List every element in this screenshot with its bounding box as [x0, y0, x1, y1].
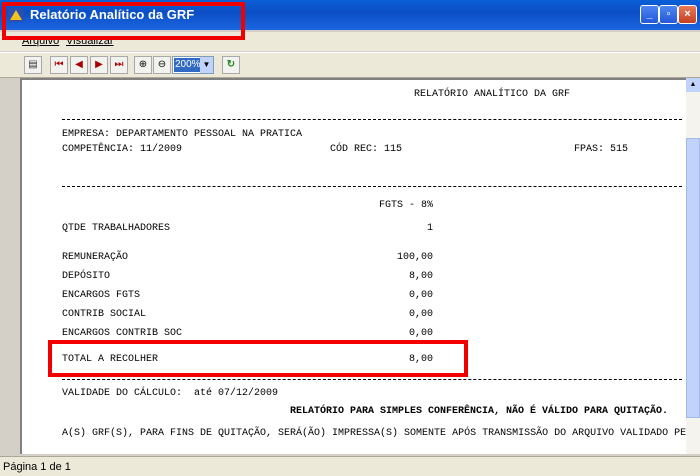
aviso-line: RELATÓRIO PARA SIMPLES CONFERÊNCIA, NÃO … — [290, 406, 669, 417]
row-label: ENCARGOS FGTS — [62, 290, 141, 301]
competencia-line: COMPETÊNCIA: 11/2009 — [62, 144, 183, 155]
zoom-out-icon[interactable]: ⊖ — [153, 56, 171, 74]
chevron-down-icon[interactable]: ▼ — [200, 57, 213, 73]
row-label: QTDE TRABALHADORES — [62, 223, 171, 234]
report-heading: RELATÓRIO ANALÍTICO DA GRF — [414, 89, 571, 100]
menu-bar: Arquivo Visualizar — [0, 32, 700, 51]
minimize-button[interactable]: _ — [640, 5, 659, 24]
first-page-icon[interactable]: ⏮ — [50, 56, 68, 74]
fgts-label: FGTS - 8% — [379, 200, 434, 211]
report-view: RELATÓRIO ANALÍTICO DA GRF EMPRESA: DEPA… — [20, 78, 686, 454]
zoom-in-icon[interactable]: ⊕ — [134, 56, 152, 74]
total-value: 8,00 — [408, 354, 433, 365]
empresa-line: EMPRESA: DEPARTAMENTO PESSOAL NA PRATICA — [62, 129, 303, 140]
zoom-value: 200% — [174, 58, 202, 72]
row-label: CONTRIB SOCIAL — [62, 309, 147, 320]
print-icon[interactable]: ▤ — [24, 56, 42, 74]
app-icon — [8, 8, 24, 22]
row-value: 0,00 — [408, 328, 433, 339]
row-label: ENCARGOS CONTRIB SOC — [62, 328, 183, 339]
divider — [62, 379, 682, 380]
row-value: 0,00 — [408, 290, 433, 301]
menu-arquivo[interactable]: Arquivo — [22, 35, 59, 47]
row-value: 8,00 — [408, 271, 433, 282]
maximize-button[interactable]: ▫ — [659, 5, 678, 24]
row-label: REMUNERAÇÃO — [62, 252, 129, 263]
total-label: TOTAL A RECOLHER — [62, 354, 159, 365]
vertical-scrollbar[interactable]: ▲ — [686, 78, 700, 454]
next-page-icon[interactable]: ▶ — [90, 56, 108, 74]
prev-page-icon[interactable]: ◀ — [70, 56, 88, 74]
refresh-icon[interactable]: ↻ — [222, 56, 240, 74]
page-indicator: Página 1 de 1 — [3, 461, 71, 473]
scroll-up-icon[interactable]: ▲ — [686, 78, 700, 92]
divider — [62, 186, 682, 187]
scroll-thumb[interactable] — [686, 138, 700, 418]
close-button[interactable]: × — [678, 5, 697, 24]
title-bar: Relatório Analítico da GRF _ ▫ × — [0, 0, 700, 30]
row-value: 100,00 — [396, 252, 433, 263]
divider — [62, 119, 682, 120]
window-title: Relatório Analítico da GRF — [30, 7, 195, 22]
last-page-icon[interactable]: ⏭ — [110, 56, 128, 74]
validade-line: VALIDADE DO CÁLCULO: até 07/12/2009 — [62, 388, 279, 399]
row-value: 1 — [426, 223, 433, 234]
toolbar: ▤ ⏮ ◀ ▶ ⏭ ⊕ ⊖ 200% ▼ ↻ — [0, 52, 700, 78]
row-value: 0,00 — [408, 309, 433, 320]
status-bar: Página 1 de 1 — [0, 456, 700, 476]
cod-rec-line: CÓD REC: 115 — [330, 144, 403, 155]
row-label: DEPÓSITO — [62, 271, 111, 282]
zoom-select[interactable]: 200% ▼ — [172, 56, 214, 74]
fpas-line: FPAS: 515 — [574, 144, 629, 155]
menu-visualizar[interactable]: Visualizar — [66, 35, 114, 47]
nota-line: A(S) GRF(S), PARA FINS DE QUITAÇÃO, SERÁ… — [62, 428, 686, 439]
